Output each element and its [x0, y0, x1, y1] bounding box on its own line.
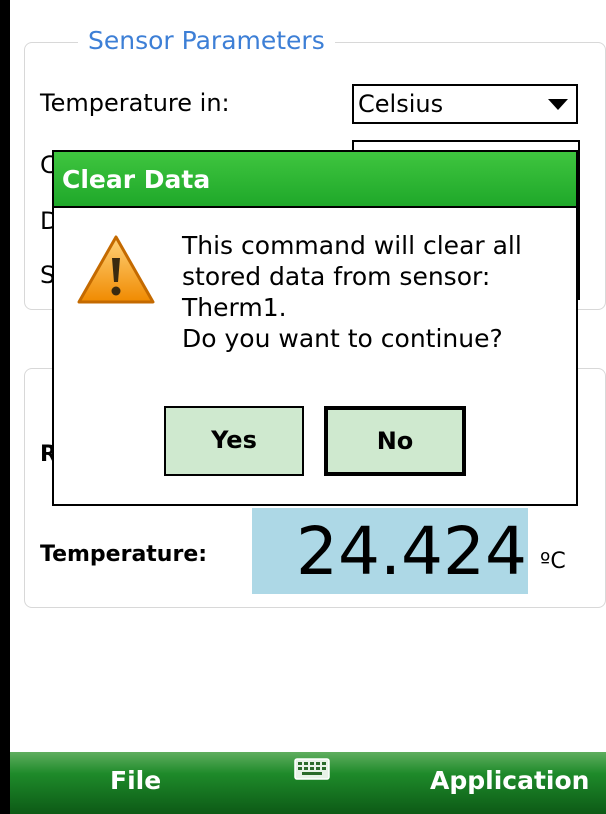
dialog-message: This command will clear all stored data … — [182, 230, 572, 354]
message-line: Do you want to continue? — [182, 324, 503, 353]
yes-button[interactable]: Yes — [164, 406, 304, 476]
keyboard-icon[interactable] — [294, 758, 330, 780]
file-softkey[interactable]: File — [110, 764, 161, 798]
dialog-title: Clear Data — [62, 165, 211, 194]
temperature-value: 24.424 — [296, 513, 527, 590]
sensor-parameters-legend: Sensor Parameters — [78, 24, 335, 58]
application-softkey[interactable]: Application — [430, 764, 589, 798]
softkey-bar: File Application — [10, 752, 606, 814]
chevron-down-icon — [548, 99, 568, 110]
message-line: This command will clear all — [182, 231, 522, 260]
message-line: Therm1. — [182, 293, 287, 322]
temperature-in-label: Temperature in: — [40, 89, 230, 117]
no-button[interactable]: No — [324, 406, 466, 476]
temperature-unit: ºC — [540, 549, 566, 574]
message-line: stored data from sensor: — [182, 262, 491, 291]
temperature-unit-value: Celsius — [358, 90, 444, 118]
temperature-unit-select[interactable]: Celsius — [352, 84, 578, 124]
clear-data-dialog: Clear Data This command will clear all s… — [52, 150, 578, 506]
window-left-border — [0, 0, 10, 814]
dialog-title-bar: Clear Data — [54, 152, 576, 208]
warning-icon — [77, 235, 155, 304]
temperature-label: Temperature: — [40, 542, 208, 567]
